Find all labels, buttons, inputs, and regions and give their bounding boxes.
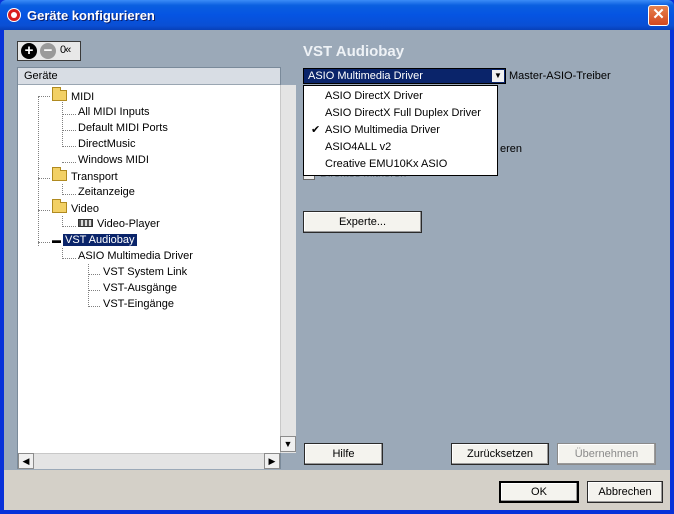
tree-item-label: MIDI [71, 91, 95, 103]
tree-line [88, 290, 100, 291]
ok-button[interactable]: OK [499, 481, 579, 503]
tree-line [88, 274, 100, 275]
dropdown-option[interactable]: Creative EMU10Kx ASIO [304, 156, 497, 173]
tree-item-vst-audiobay[interactable]: ▬ VST Audiobay [52, 234, 137, 249]
window-title: Geräte konfigurieren [27, 8, 155, 23]
tree-item-vst-ausgaenge[interactable]: VST-Ausgänge [103, 282, 177, 297]
close-button[interactable]: ✕ [648, 5, 669, 26]
device-tree: Geräte MIDI All MIDI Inputs Default MIDI… [17, 67, 296, 469]
collapse-tree-button[interactable]: 0« [60, 44, 71, 56]
video-icon [78, 219, 93, 227]
tree-line [62, 114, 76, 115]
master-asio-label: Master-ASIO-Treiber [509, 70, 611, 82]
tree-line [88, 306, 100, 307]
dropdown-option-label: ASIO Multimedia Driver [325, 124, 440, 136]
folder-icon [52, 199, 67, 213]
dialog-client: + − 0« Geräte MIDI All MIDI Inputs Defau… [4, 30, 670, 510]
tree-item-video-player[interactable]: Video-Player [78, 218, 160, 233]
help-button[interactable]: Hilfe [304, 443, 383, 465]
dropdown-option[interactable]: ASIO4ALL v2 [304, 139, 497, 156]
add-device-icon[interactable]: + [21, 43, 37, 59]
tree-item-label: Video-Player [97, 218, 160, 230]
tree-header: Geräte [18, 68, 280, 85]
tree-line [62, 194, 76, 195]
asio-driver-dropdown: ASIO DirectX Driver ASIO DirectX Full Du… [303, 85, 498, 176]
cancel-button[interactable]: Abbrechen [587, 481, 663, 503]
dropdown-option[interactable]: ASIO DirectX Driver [304, 88, 497, 105]
tree-line [38, 210, 50, 211]
tree-toolbar: + − 0« [17, 41, 81, 61]
chevron-down-icon[interactable]: ▼ [492, 70, 504, 82]
tree-line [38, 96, 39, 246]
tree-line [62, 102, 63, 147]
tree-item-label: Transport [71, 171, 118, 183]
app-icon [7, 8, 21, 22]
dropdown-option-label: ASIO DirectX Driver [325, 90, 423, 102]
folder-icon [52, 167, 67, 181]
vertical-scrollbar[interactable]: ▼ [280, 85, 296, 453]
tree-folder-transport[interactable]: Transport [52, 167, 118, 185]
dialog-window: Geräte konfigurieren ✕ + − 0« Geräte MID… [0, 0, 674, 514]
panel-title: VST Audiobay [303, 43, 405, 60]
tree-line [38, 178, 50, 179]
asio-driver-select[interactable]: ASIO Multimedia Driver ▼ [303, 68, 506, 84]
tree-line [38, 242, 50, 243]
tree-item-directmusic[interactable]: DirectMusic [78, 138, 135, 153]
expert-button[interactable]: Experte... [303, 211, 422, 233]
tree-item-label: Video [71, 203, 99, 215]
tree-line [62, 258, 76, 259]
scroll-down-icon[interactable]: ▼ [280, 436, 296, 452]
remove-device-icon[interactable]: − [40, 43, 56, 59]
partial-label: eren [500, 143, 523, 155]
tree-folder-video[interactable]: Video [52, 199, 99, 217]
title-bar[interactable]: Geräte konfigurieren ✕ [0, 0, 674, 30]
tree-folder-midi[interactable]: MIDI [52, 87, 95, 105]
tree-line [62, 226, 76, 227]
tree-item-default-midi-ports[interactable]: Default MIDI Ports [78, 122, 168, 137]
tree-item-label: VST Audiobay [63, 234, 137, 246]
scroll-right-icon[interactable]: ▶ [264, 453, 280, 469]
tree-item-all-midi-inputs[interactable]: All MIDI Inputs [78, 106, 150, 121]
audio-icon: ▬ [52, 235, 61, 245]
dropdown-option-label: Creative EMU10Kx ASIO [325, 158, 448, 170]
tree-item-vst-eingaenge[interactable]: VST-Eingänge [103, 298, 174, 313]
tree-line [38, 96, 50, 97]
reset-button[interactable]: Zurücksetzen [451, 443, 549, 465]
asio-driver-value: ASIO Multimedia Driver [308, 70, 423, 82]
tree-line [62, 130, 76, 131]
dropdown-option[interactable]: ASIO DirectX Full Duplex Driver [304, 105, 497, 122]
tree-item-vst-system-link[interactable]: VST System Link [103, 266, 187, 281]
tree-line [62, 146, 76, 147]
apply-button[interactable]: Übernehmen [557, 443, 656, 465]
folder-icon [52, 87, 67, 101]
tree-item-zeitanzeige[interactable]: Zeitanzeige [78, 186, 135, 201]
tree-item-asio-multimedia-driver[interactable]: ASIO Multimedia Driver [78, 250, 193, 265]
dropdown-option-label: ASIO4ALL v2 [325, 141, 392, 153]
tree-item-windows-midi[interactable]: Windows MIDI [78, 154, 149, 169]
scroll-left-icon[interactable]: ◀ [18, 453, 34, 469]
check-icon: ✔ [311, 124, 321, 136]
dropdown-option-label: ASIO DirectX Full Duplex Driver [325, 107, 481, 119]
tree-line [88, 264, 89, 307]
tree-line [62, 162, 76, 163]
dropdown-option[interactable]: ✔ ASIO Multimedia Driver [304, 122, 497, 139]
horizontal-scrollbar[interactable]: ◀ ▶ [18, 453, 280, 469]
